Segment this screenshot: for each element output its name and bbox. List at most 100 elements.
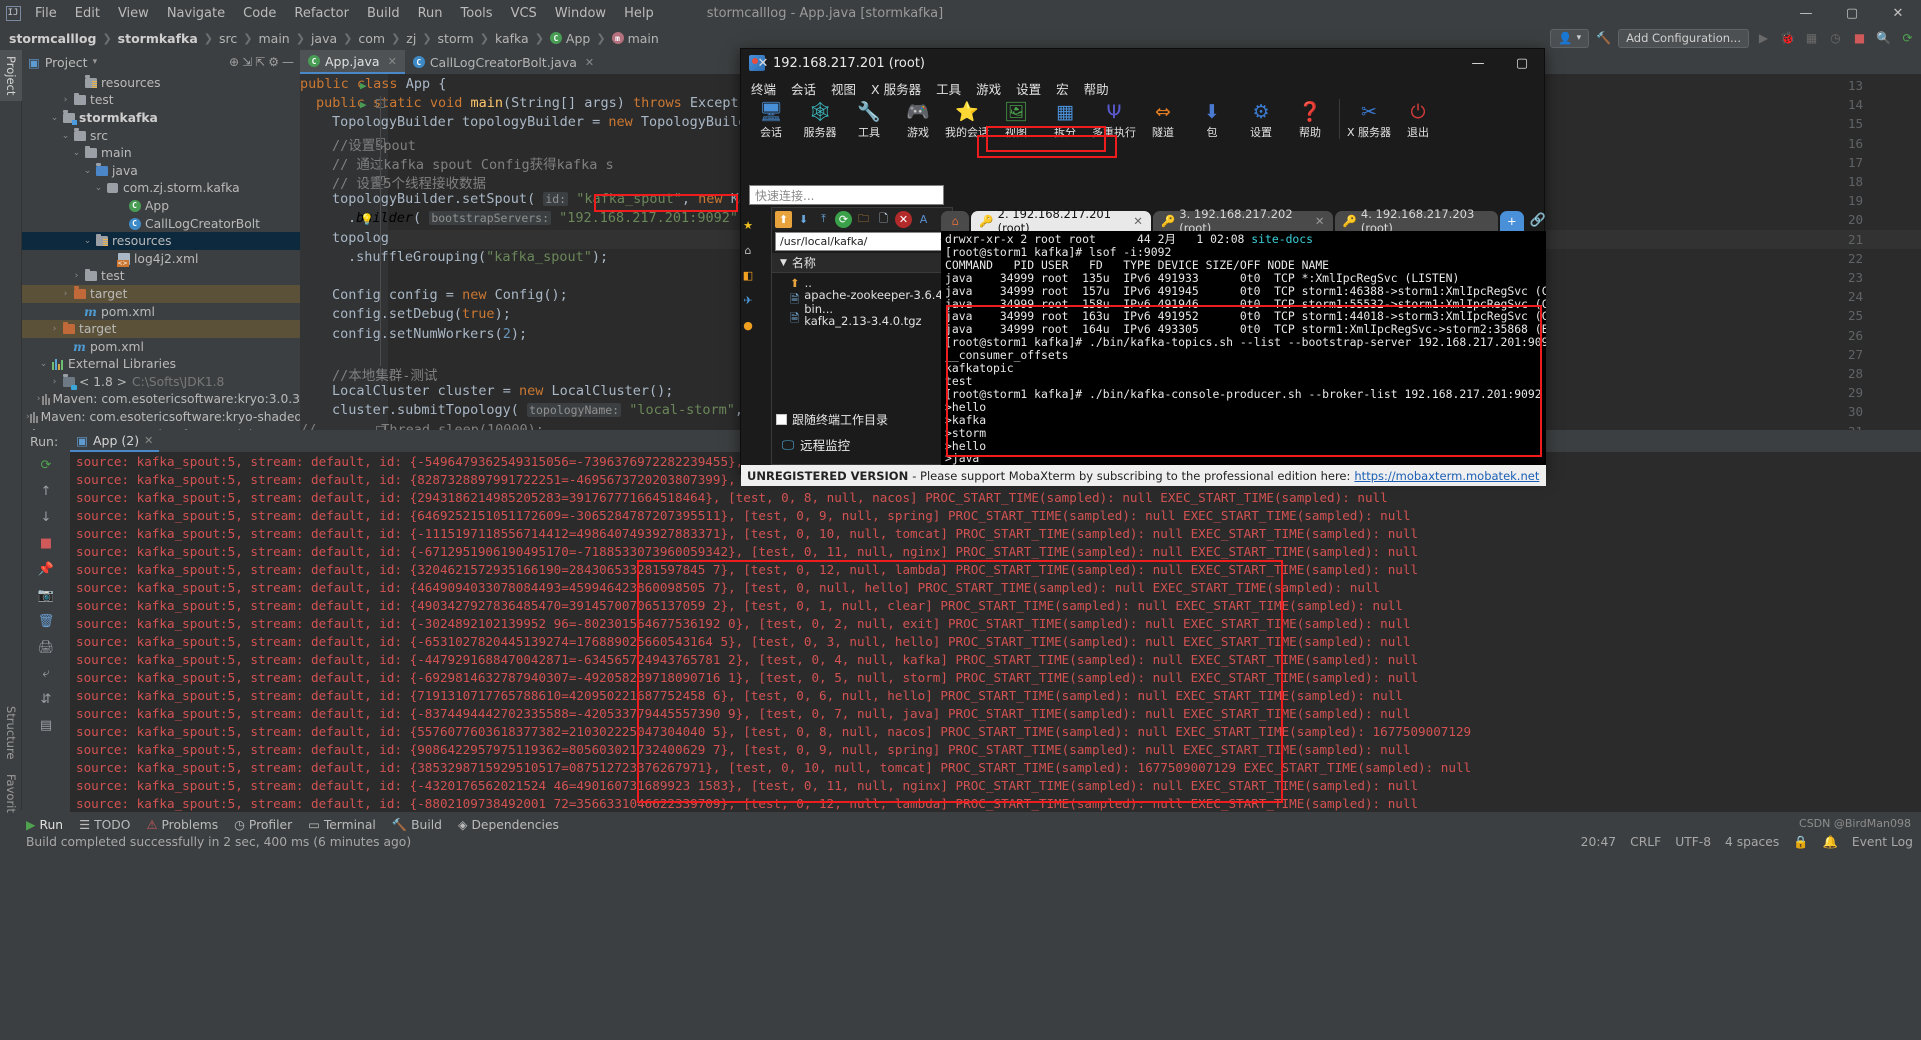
tree-node-log4j2-xml[interactable]: log4j2.xml [22,250,300,268]
upload-icon[interactable]: ⬆ [775,210,792,228]
menu-window[interactable]: Window [546,3,615,24]
hide-panel-icon[interactable]: — [282,55,294,69]
moba-menu-session[interactable]: 会话 [791,79,816,98]
tools-sidebar-icon[interactable]: ✈ [743,294,752,307]
code-line[interactable]: Config config = new Config(); [300,287,568,303]
maximize-icon[interactable]: ▢ [1829,0,1875,26]
chevron-right-icon[interactable]: › [59,95,72,105]
menu-file[interactable]: File [26,3,66,24]
menu-tools[interactable]: Tools [452,3,502,24]
sidebar-item-structure[interactable]: Structure [0,700,22,766]
moba-menu-games[interactable]: 游戏 [976,79,1001,98]
close-icon[interactable]: ✕ [1315,214,1325,228]
run-icon[interactable]: ▶ [1754,29,1773,48]
chevron-right-icon[interactable]: › [48,324,61,334]
menu-run[interactable]: Run [409,3,452,24]
chevron-down-icon[interactable]: ▾ [93,57,98,67]
sftp-browser-panel[interactable]: ⬆ ⬇ ⤒ ⟳ 🗀 🗋 ✕ A ⋮ /usr/local/kafka/ ▾ ▼ … [771,207,953,465]
breadcrumb-item-zj[interactable]: zj [403,30,419,47]
tree-node-maven-com-esotericsoftware-kryo-shaded-3-0[interactable]: › Maven: com.esotericsoftware:kryo-shaded… [22,408,300,426]
profile-icon[interactable]: ◷ [1826,29,1845,48]
stop-icon[interactable]: ■ [22,530,70,556]
breadcrumb-item-com[interactable]: com [355,30,388,47]
code-line[interactable]: config.setNumWorkers(2); [300,326,527,342]
download-icon[interactable]: ⬇ [795,211,812,228]
tree-node-test[interactable]: › test [22,92,300,110]
moba-toolbar-servers[interactable]: 🕸 服务器 [796,99,844,140]
breadcrumb-item-storm[interactable]: storm [435,30,477,47]
moba-toolbar-help[interactable]: ❓ 帮助 [1286,99,1334,140]
code-line[interactable]: public class App { [300,76,446,92]
sftp-path-input[interactable]: /usr/local/kafka/ ▾ [775,232,949,251]
camera-icon[interactable]: 📷 [22,582,70,608]
code-line[interactable]: // 通过kafka spout Config获得kafka s [300,153,614,173]
moba-toolbar-split[interactable]: ▦ 拆分 [1041,99,1089,140]
expand-all-icon[interactable]: ⇲ [242,55,252,69]
breadcrumb-item-main-method[interactable]: m main [609,30,662,47]
menu-code[interactable]: Code [234,3,285,24]
status-tab-dependencies[interactable]: ◈ Dependencies [458,818,559,832]
terminal-output[interactable]: drwxr-xr-x 2 root root 44 2月 1 02:08 sit… [941,231,1546,465]
new-tab-button[interactable]: + [1499,211,1524,231]
breadcrumb-item-main[interactable]: main [255,30,292,47]
mobaxterm-window[interactable]: 192.168.217.201 (root) — ▢ ✕ 终端 会话 视图 X … [740,48,1546,486]
editor-tab-app-java[interactable]: C App.java ✕ [300,50,405,74]
indent-label[interactable]: 4 spaces [1725,835,1779,849]
project-panel-title-group[interactable]: ▣ Project ▾ [28,55,97,70]
hammer-icon[interactable]: 🔨 [1594,29,1613,48]
tree-node-target[interactable]: › target [22,285,300,303]
menu-refactor[interactable]: Refactor [285,3,358,24]
mobaxterm-tab-bar[interactable]: ⌂ 🔑 2. 192.168.217.201 (root) ✕ 🔑 3. 192… [941,207,1546,235]
tree-node-maven-com-esotericsoftware-kryo-3-0-3[interactable]: › Maven: com.esotericsoftware:kryo:3.0.3 [22,391,300,409]
search-icon[interactable]: 🔍 [1874,29,1893,48]
moba-toolbar-packages[interactable]: ⬇ 包 [1188,99,1236,140]
tree-node-stormkafka[interactable]: ⌄ stormkafka [22,109,300,127]
editor-tab-calllogcreatorbolt-java[interactable]: C CallLogCreatorBolt.java ✕ [405,50,602,74]
moba-menu-settings[interactable]: 设置 [1016,79,1041,98]
tree-node-app[interactable]: C App [22,197,300,215]
chevron-down-icon[interactable]: ⌄ [48,113,61,123]
tree-node-main[interactable]: ⌄ main [22,144,300,162]
moba-menu-xserver[interactable]: X 服务器 [871,79,921,98]
moba-toolbar-x-server[interactable]: ✂ X 服务器 [1345,99,1393,140]
code-line[interactable]: //设置Spout [300,134,416,154]
chevron-right-icon[interactable]: › [48,377,61,387]
remote-monitoring-button[interactable]: 🖵 远程监控 [782,435,850,454]
tree-node-resources[interactable]: resources [22,74,300,92]
moba-toolbar-settings[interactable]: ⚙ 设置 [1237,99,1285,140]
go-top-icon[interactable]: ⤒ [815,211,832,228]
session-tab-201[interactable]: 🔑 2. 192.168.217.201 (root) ✕ [971,207,1151,235]
menu-edit[interactable]: Edit [66,3,109,24]
minimize-icon[interactable]: — [1783,0,1829,26]
close-icon[interactable]: ✕ [144,434,153,447]
update-project-icon[interactable]: ⟳ [1898,29,1917,48]
maximize-icon[interactable]: ▢ [1500,49,1544,77]
moba-menu-macros[interactable]: 宏 [1056,79,1069,98]
breadcrumb-item-kafka[interactable]: kafka [492,30,532,47]
breadcrumb-item-java[interactable]: java [308,30,340,47]
favorites-star-icon[interactable]: ★ [743,219,753,232]
minimize-icon[interactable]: — [1456,49,1500,77]
menu-build[interactable]: Build [358,3,409,24]
pin-icon[interactable]: 📌 [22,556,70,582]
add-configuration-button[interactable]: Add Configuration... [1618,28,1749,48]
moba-menu-help[interactable]: 帮助 [1084,79,1109,98]
breadcrumb-item-module[interactable]: stormkafka [115,30,201,47]
scroll-end-icon[interactable]: ⇵ [22,686,70,712]
run-console[interactable]: source: kafka_spout:5, stream: default, … [70,452,1921,812]
tree-node-test[interactable]: › test [22,268,300,286]
moba-toolbar-session[interactable]: 🖥 会话 [747,99,795,140]
user-chip[interactable]: 👤 ▾ [1550,28,1590,48]
event-log-label[interactable]: Event Log [1852,835,1913,849]
chevron-down-icon[interactable]: ⌄ [81,166,94,176]
up-icon[interactable]: ↑ [22,478,70,504]
close-icon[interactable]: ✕ [1133,214,1143,228]
home-tab[interactable]: ⌂ [941,211,970,231]
tree-node-1-8[interactable]: › < 1.8 > C:\Softs\JDK1.8 [22,373,300,391]
intention-bulb-icon[interactable]: 💡 [360,213,374,226]
down-icon[interactable]: ↓ [22,504,70,530]
chevron-right-icon[interactable]: › [59,289,72,299]
refresh-icon[interactable]: ⟳ [835,210,852,228]
moba-toolbar-games[interactable]: 🎮 游戏 [894,99,942,140]
status-tab-todo[interactable]: ☰ TODO [79,818,130,832]
